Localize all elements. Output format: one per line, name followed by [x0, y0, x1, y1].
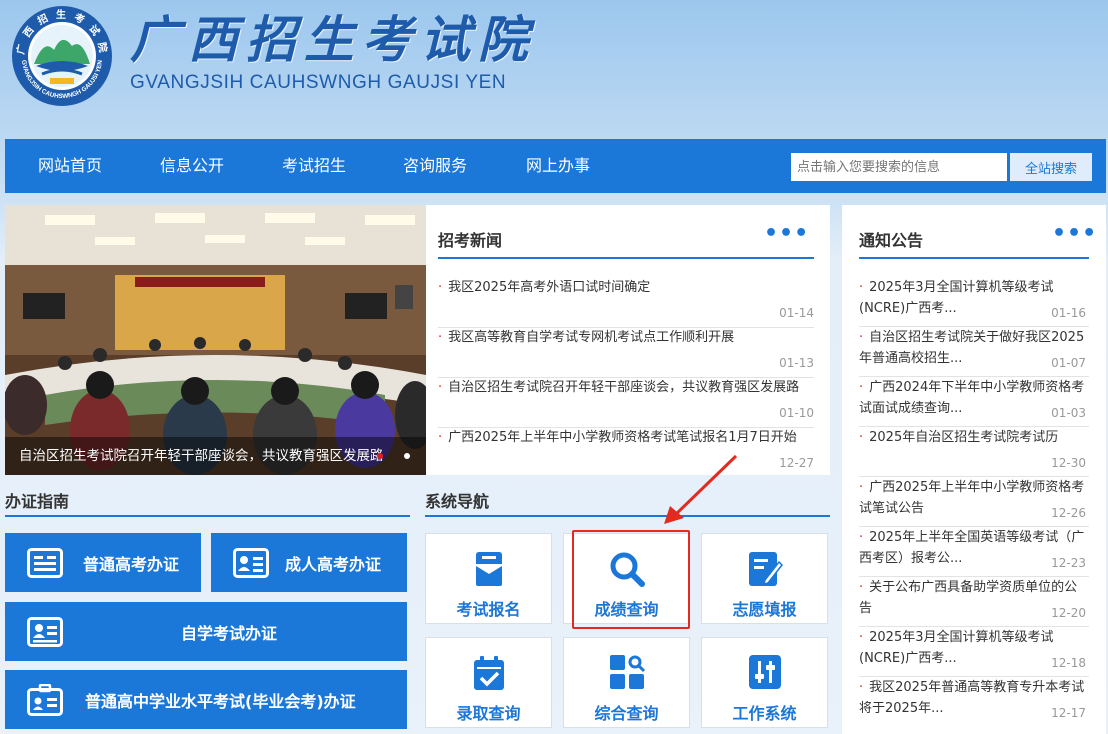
notice-panel-title: 通知公告 [859, 231, 924, 250]
news-item[interactable]: · 我区2025年高考外语口试时间确定 [438, 277, 816, 298]
notice-date: 01-03 [1051, 406, 1086, 420]
bullet-icon: · [859, 530, 864, 545]
bullet-icon: · [438, 330, 443, 345]
sysnav-section-title: 系统导航 [425, 492, 490, 511]
notice-date: 12-23 [1051, 556, 1086, 570]
carousel-dot[interactable] [404, 453, 410, 459]
adult-gaokao-certificate-button[interactable]: 成人高考办证 [211, 533, 407, 592]
search-button[interactable]: 全站搜索 [1010, 153, 1092, 181]
profile-card-icon [27, 616, 63, 647]
bullet-icon: · [859, 280, 864, 295]
news-date: 01-14 [779, 306, 814, 320]
nav-item-exam-enrollment[interactable]: 考试招生 [282, 139, 346, 193]
news-panel: 招考新闻 ••• · 我区2025年高考外语口试时间确定 01-14 · 我区高等教… [426, 205, 830, 475]
bullet-icon: · [859, 380, 864, 395]
bullet-icon: · [859, 430, 864, 445]
site-title-chinese: 广西招生考试院 [130, 10, 536, 69]
news-panel-title: 招考新闻 [438, 231, 503, 250]
tile-exam-registration[interactable]: 考试报名 [425, 533, 552, 624]
nav-item-consulting[interactable]: 咨询服务 [403, 139, 467, 193]
tile-application-filling[interactable]: 志愿填报 [701, 533, 828, 624]
self-study-certificate-button[interactable]: 自学考试办证 [5, 602, 407, 661]
id-card-icon [27, 547, 63, 578]
main-nav: 网站首页 信息公开 考试招生 咨询服务 网上办事 全站搜索 [5, 139, 1106, 193]
bullet-icon: · [438, 280, 443, 295]
carousel-photo [5, 205, 426, 475]
search-icon [610, 552, 645, 587]
tile-score-inquiry[interactable]: 成绩查询 [563, 533, 690, 624]
tile-comprehensive-inquiry[interactable]: 综合查询 [563, 637, 690, 728]
edit-document-icon [748, 552, 783, 586]
bullet-icon: · [859, 330, 864, 345]
news-item[interactable]: · 自治区招生考试院召开年轻干部座谈会，共议教育强区发展路 [438, 377, 816, 398]
nav-item-info-disclosure[interactable]: 信息公开 [160, 139, 224, 193]
sliders-icon [748, 655, 781, 689]
annotation-arrow-icon [664, 454, 738, 524]
guide-section-title: 办证指南 [5, 492, 70, 511]
bullet-icon: · [438, 380, 443, 395]
news-item[interactable]: · 我区高等教育自学考试专网机考试点工作顺利开展 [438, 327, 816, 348]
registration-form-icon [475, 552, 502, 586]
bullet-icon: · [859, 630, 864, 645]
news-date: 01-13 [779, 356, 814, 370]
news-date: 01-10 [779, 406, 814, 420]
site-title-english: GVANGJSIH CAUHSWNGH GAUJSI YEN [130, 72, 507, 93]
news-item[interactable]: · 广西2025年上半年中小学教师资格考试笔试报名1月7日开始 [438, 427, 816, 448]
search-input[interactable] [791, 153, 1007, 181]
notice-date: 12-18 [1051, 656, 1086, 670]
notice-panel: 通知公告 ••• · 2025年3月全国计算机等级考试(NCRE)广西考... 0… [842, 205, 1106, 734]
news-date: 12-27 [779, 456, 814, 470]
site-logo[interactable]: 广 西 招 生 考 试 院 GVANGJSIH CAUHSWNGH GAUJSI… [10, 4, 114, 108]
notice-date: 12-30 [1051, 456, 1086, 470]
news-title-rule [438, 257, 814, 259]
guide-title-rule [5, 515, 410, 517]
notice-title-rule [859, 257, 1089, 259]
notice-date: 12-17 [1051, 706, 1086, 720]
grid-search-icon [609, 655, 645, 689]
gaokao-certificate-button[interactable]: 普通高考办证 [5, 533, 201, 592]
calendar-check-icon [473, 656, 504, 690]
carousel-caption[interactable]: 自治区招生考试院召开年轻干部座谈会，共议教育强区发展路 [5, 437, 426, 475]
notice-more-icon[interactable]: ••• [1052, 221, 1097, 246]
profile-card-icon [233, 547, 269, 578]
news-more-icon[interactable]: ••• [764, 221, 809, 246]
notice-date: 12-20 [1051, 606, 1086, 620]
tile-admission-inquiry[interactable]: 录取查询 [425, 637, 552, 728]
nav-item-home[interactable]: 网站首页 [38, 139, 102, 193]
bullet-icon: · [438, 430, 443, 445]
carousel-dot-active[interactable] [377, 453, 383, 459]
notice-date: 12-26 [1051, 506, 1086, 520]
notice-date: 01-16 [1051, 306, 1086, 320]
notice-date: 01-07 [1051, 356, 1086, 370]
bullet-icon: · [859, 580, 864, 595]
bullet-icon: · [859, 480, 864, 495]
news-carousel[interactable]: 自治区招生考试院召开年轻干部座谈会，共议教育强区发展路 [5, 205, 426, 475]
academic-level-exam-certificate-button[interactable]: 普通高中学业水平考试(毕业会考)办证 [5, 670, 407, 729]
site-header: 广 西 招 生 考 试 院 GVANGJSIH CAUHSWNGH GAUJSI… [0, 0, 1108, 138]
sysnav-title-rule [425, 515, 830, 517]
bullet-icon: · [859, 680, 864, 695]
nav-item-online-services[interactable]: 网上办事 [526, 139, 590, 193]
tile-work-system[interactable]: 工作系统 [701, 637, 828, 728]
badge-id-icon [27, 683, 63, 716]
notice-item[interactable]: · 2025年自治区招生考试院考试历 [859, 427, 1089, 448]
